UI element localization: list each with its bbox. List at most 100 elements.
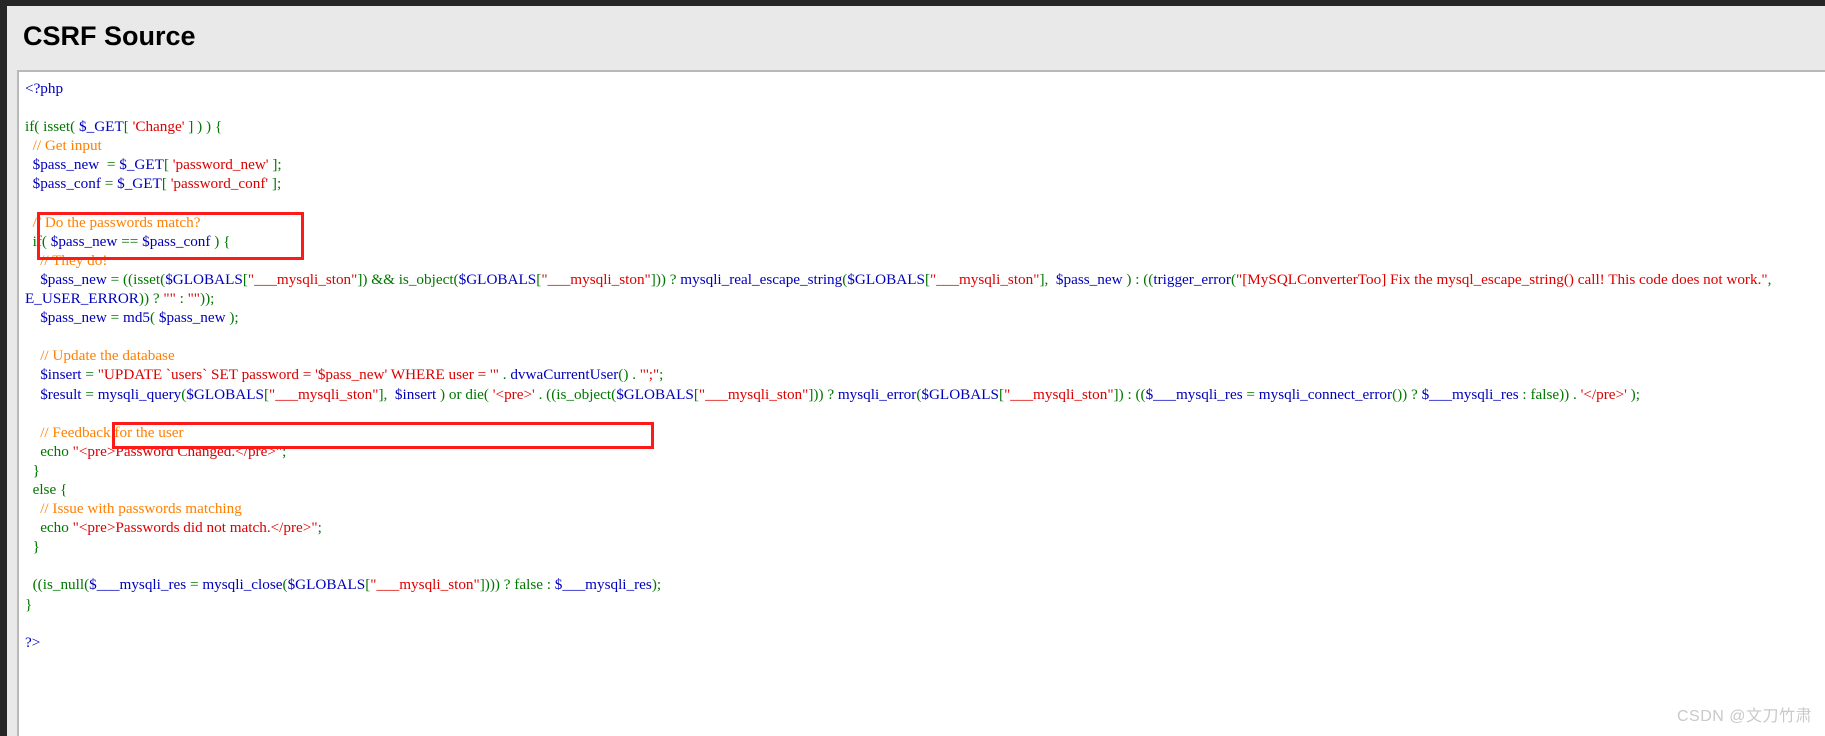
code-line: $result = mysqli_query($GLOBALS["___mysq… <box>25 385 1825 404</box>
code-token-kw: ], <box>378 385 395 403</box>
code-token-var: $result <box>40 385 82 403</box>
code-token-kw: ]; <box>268 175 282 193</box>
code-token-kw: (( <box>32 576 43 594</box>
code-line: // They do! <box>25 251 1825 270</box>
code-line: } <box>25 461 1825 480</box>
code-token-kw: } <box>25 595 33 613</box>
code-token-kw: = <box>100 175 118 193</box>
watermark: CSDN @文刀竹肃 <box>1676 708 1812 725</box>
code-line: echo "<pre>Passwords did not match.</pre… <box>25 518 1825 537</box>
code-token-kw: () . <box>618 366 640 384</box>
code-token-com: // Get input <box>32 137 102 155</box>
code-token-kw: } <box>32 461 40 479</box>
code-token-var: $_GET <box>79 118 124 136</box>
code-token-str: "UPDATE `users` SET password = '$pass_ne… <box>97 366 499 384</box>
code-token-kw: ; <box>317 519 322 537</box>
code-token-var: $pass_conf <box>32 175 101 193</box>
code-token-kw: ])) ? <box>808 385 838 403</box>
code-token-kw: ] ) ) { <box>184 118 223 136</box>
code-token-kw: = <box>81 385 98 403</box>
code-token-kw: else { <box>32 480 68 498</box>
code-token-kw: if( <box>32 232 51 250</box>
code-token-str: 'password_new' <box>172 156 269 174</box>
code-token-var: $___mysqli_res <box>1421 385 1519 403</box>
code-token-str: "[MySQLConverterToo] Fix the mysql_escap… <box>1236 270 1768 288</box>
code-token-kw: ( <box>150 309 159 327</box>
code-token-var: $_GET <box>119 156 164 174</box>
code-token-var: $GLOBALS <box>921 385 1000 403</box>
code-token-str: 'Change' <box>132 118 185 136</box>
code-token-kw: isset <box>133 270 161 288</box>
code-token-kw: isset <box>43 118 71 136</box>
code-line: if( isset( $_GET[ 'Change' ] ) ) { <box>25 117 1825 136</box>
code-token-kw: if( <box>25 118 44 136</box>
code-line: if( $pass_new == $pass_conf ) { <box>25 232 1825 251</box>
code-token-var: mysqli_close <box>202 576 283 594</box>
code-token-kw: == <box>117 232 143 250</box>
code-line: // Update the database <box>25 346 1825 365</box>
code-token-kw: ()) ? <box>1392 385 1422 403</box>
code-token-kw: = <box>1242 385 1259 403</box>
code-token-var: $GLOBALS <box>186 385 264 403</box>
code-token-var: md5 <box>123 309 151 327</box>
code-line: else { <box>25 480 1825 499</box>
code-token-kw: )); <box>200 290 215 308</box>
code-token-kw: ); <box>1626 385 1640 403</box>
page-title: CSRF Source <box>23 21 196 51</box>
code-line: $insert = "UPDATE `users` SET password =… <box>25 365 1825 384</box>
code-token-str: "<pre>Passwords did not match.</pre>" <box>72 519 318 537</box>
code-line: // Get input <box>25 136 1825 155</box>
code-token-var: mysqli_error <box>837 385 917 403</box>
code-token-kw: ]; <box>268 156 282 174</box>
code-line: echo "<pre>Password Changed.</pre>"; <box>25 442 1825 461</box>
code-token-str: 'password_conf' <box>170 175 269 193</box>
code-token-kw: = (( <box>106 270 134 288</box>
code-token-kw: ); <box>225 309 239 327</box>
code-token-var: $GLOBALS <box>616 385 694 403</box>
code-token-kw: echo <box>40 519 73 537</box>
code-token-kw: ]) && <box>357 270 399 288</box>
code-token-var: E_USER_ERROR <box>25 290 139 308</box>
code-token-kw: ])) ? <box>650 270 681 288</box>
code-token-com: // Issue with passwords matching <box>40 500 242 518</box>
page-frame: CSRF Source <?php if( isset( $_GET[ 'Cha… <box>0 0 1825 736</box>
code-token-str: "___mysqli_ston" <box>541 270 651 288</box>
code-token-kw: is_object <box>398 270 454 288</box>
code-token-var: $GLOBALS <box>458 270 537 288</box>
code-token-var: $pass_new <box>32 156 100 174</box>
code-token-var: mysqli_query <box>97 385 182 403</box>
source-code-panel[interactable]: <?php if( isset( $_GET[ 'Change' ] ) ) {… <box>17 70 1825 736</box>
code-token-com: // Do the passwords match? <box>32 213 201 231</box>
code-token-var: $___mysqli_res <box>554 576 652 594</box>
code-token-com: // They do! <box>40 251 108 269</box>
code-token-kw: ) : (( <box>1122 270 1154 288</box>
code-token-com: // Update the database <box>40 347 175 365</box>
code-line: // Issue with passwords matching <box>25 499 1825 518</box>
code-token-kw: = <box>106 309 124 327</box>
code-token-kw: , <box>1767 270 1776 288</box>
code-token-kw: ); <box>651 576 662 594</box>
code-token-kw: ; <box>282 442 287 460</box>
code-token-str: "___mysqli_ston" <box>370 576 480 594</box>
code-token-var: trigger_error <box>1153 270 1231 288</box>
code-token-str: "" <box>163 290 176 308</box>
code-token-kw: )) . <box>1559 385 1581 403</box>
code-token-kw: = <box>99 156 120 174</box>
